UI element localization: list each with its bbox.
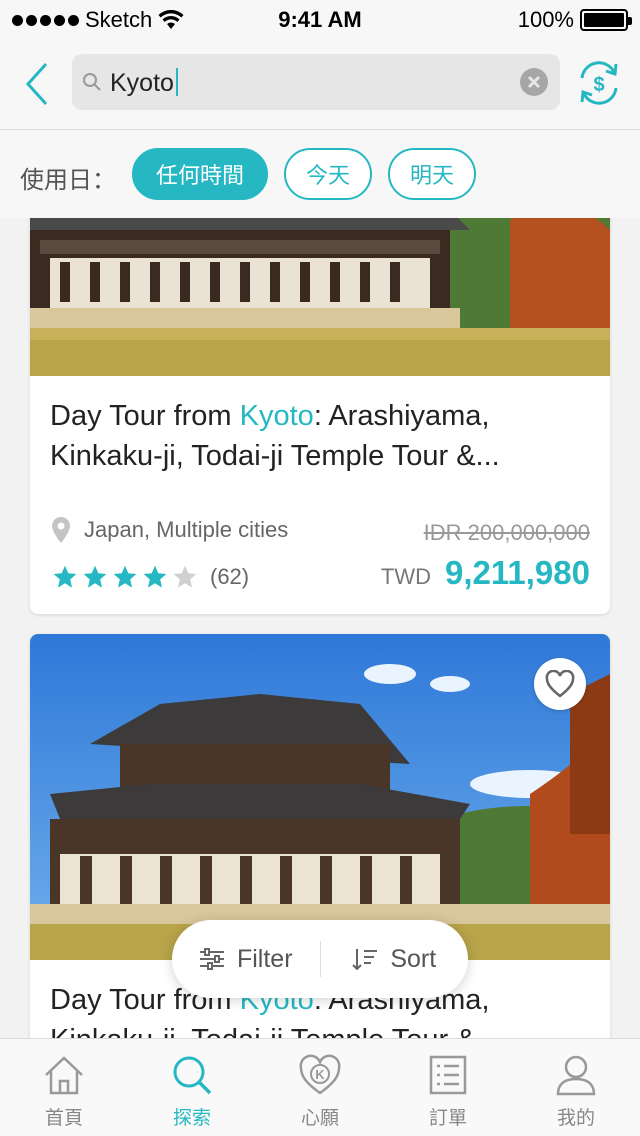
clear-icon <box>527 75 541 89</box>
price-currency: TWD <box>380 564 431 589</box>
tab-home[interactable]: 首頁 <box>0 1039 128 1136</box>
review-count: (62) <box>210 564 250 589</box>
search-header: Kyoto $ <box>0 40 640 130</box>
user-icon <box>556 1055 596 1096</box>
battery-percent: 100% <box>517 7 574 32</box>
results-list[interactable]: Day Tour from Kyoto: Arashiyama, Kinkaku… <box>0 218 640 1038</box>
text-caret <box>175 68 178 96</box>
tour-title[interactable]: Day Tour from Kyoto: Arashiyama, Kinkaku… <box>50 396 595 476</box>
date-option-today[interactable]: 今天 <box>284 148 372 200</box>
wifi-icon <box>158 10 184 29</box>
sort-icon <box>352 949 378 970</box>
tab-wishlist[interactable]: K 心願 <box>256 1039 384 1136</box>
list-icon <box>429 1055 467 1095</box>
tab-label: 訂單 <box>428 1108 467 1129</box>
star-filled-icon <box>83 565 107 588</box>
tab-bar: 首頁 探索 K 心願 訂單 我的 <box>0 1038 640 1136</box>
tour-price: TWD 9,211,980 <box>381 554 590 592</box>
search-input[interactable]: Kyoto <box>72 54 560 110</box>
date-filter-label: 使用日： <box>20 167 116 194</box>
tab-profile[interactable]: 我的 <box>512 1039 640 1136</box>
date-option-any[interactable]: 任何時間 <box>132 148 268 200</box>
chevron-left-icon <box>25 62 48 106</box>
star-filled-icon <box>53 565 77 588</box>
status-bar: Sketch 9:41 AM 100% <box>0 0 640 40</box>
currency-exchange-icon: $ <box>580 61 618 105</box>
search-query: Kyoto <box>110 68 178 98</box>
tour-image <box>30 634 610 960</box>
tab-label: 心願 <box>300 1108 339 1129</box>
search-icon <box>173 1056 212 1095</box>
star-filled-icon <box>143 565 167 588</box>
filter-icon <box>199 948 224 970</box>
price-value: 9,211,980 <box>445 554 590 591</box>
signal-icon <box>12 14 79 26</box>
carrier-info: Sketch <box>12 7 184 33</box>
back-button[interactable] <box>22 62 54 106</box>
heart-icon <box>545 670 575 698</box>
sort-button[interactable]: Sort <box>321 920 469 998</box>
original-price: IDR 200,000,000 <box>423 520 590 545</box>
result-card[interactable]: Day Tour from Kyoto: Arashiyama, Kinkaku… <box>30 218 610 614</box>
location-text: Japan, Multiple cities <box>84 517 289 542</box>
home-icon <box>45 1056 83 1095</box>
star-empty-icon <box>173 565 197 588</box>
filter-sort-bar: Filter Sort <box>172 920 468 998</box>
filter-label: Filter <box>236 944 293 973</box>
tour-location: Japan, Multiple cities <box>52 517 288 543</box>
date-option-tomorrow[interactable]: 明天 <box>388 148 476 200</box>
star-filled-icon <box>113 565 137 588</box>
tab-label: 我的 <box>556 1108 595 1129</box>
title-prefix: Day Tour from <box>50 400 240 432</box>
sort-label: Sort <box>390 944 437 973</box>
heart-k-icon: K <box>299 1054 341 1095</box>
clear-search-button[interactable] <box>520 68 548 96</box>
title-highlight: Kyoto <box>239 400 314 432</box>
svg-text:K: K <box>315 1067 325 1082</box>
battery-icon <box>580 9 632 31</box>
search-icon <box>83 73 101 91</box>
wishlist-button[interactable] <box>534 658 586 710</box>
tab-explore[interactable]: 探索 <box>128 1039 256 1136</box>
location-pin-icon <box>52 517 70 543</box>
tab-orders[interactable]: 訂單 <box>384 1039 512 1136</box>
filter-button[interactable]: Filter <box>172 920 320 998</box>
tab-label: 探索 <box>172 1108 211 1129</box>
battery-info: 100% <box>517 7 632 33</box>
tour-rating: (62) <box>52 564 249 590</box>
carrier-name: Sketch <box>85 7 153 32</box>
rating-stars <box>52 564 198 590</box>
tab-label: 首頁 <box>44 1108 83 1129</box>
currency-button[interactable]: $ <box>574 58 624 108</box>
search-query-text: Kyoto <box>110 69 174 97</box>
tour-image <box>30 218 610 376</box>
date-filter-bar: 使用日： 任何時間 今天 明天 <box>0 131 640 218</box>
svg-text:$: $ <box>593 74 604 96</box>
